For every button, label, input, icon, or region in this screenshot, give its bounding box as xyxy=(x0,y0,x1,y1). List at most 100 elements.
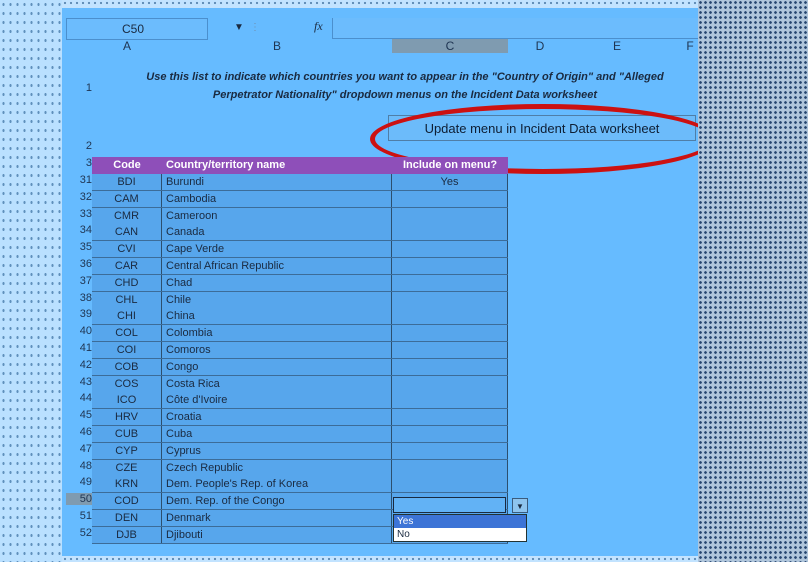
code-cell[interactable]: COS xyxy=(92,376,162,393)
row-header[interactable]: 48 xyxy=(66,460,92,472)
include-cell[interactable] xyxy=(392,409,508,426)
country-name-cell[interactable]: Burundi xyxy=(162,174,392,191)
insert-function-icon[interactable]: fx xyxy=(314,19,323,34)
code-cell[interactable]: CYP xyxy=(92,443,162,460)
dropdown-option-yes[interactable]: Yes xyxy=(394,515,526,528)
code-cell[interactable]: BDI xyxy=(92,174,162,191)
code-cell[interactable]: KRN xyxy=(92,476,162,493)
row-header[interactable]: 31 xyxy=(66,174,92,186)
code-cell[interactable]: CMR xyxy=(92,208,162,225)
code-cell[interactable]: CAR xyxy=(92,258,162,275)
formula-input[interactable] xyxy=(332,18,698,39)
name-box[interactable]: C50 xyxy=(66,18,208,40)
code-cell[interactable]: COB xyxy=(92,359,162,376)
country-name-cell[interactable]: Comoros xyxy=(162,342,392,359)
row-header[interactable]: 41 xyxy=(66,342,92,354)
code-cell[interactable]: CUB xyxy=(92,426,162,443)
include-cell[interactable]: Yes xyxy=(392,174,508,191)
row-header[interactable]: 37 xyxy=(66,275,92,287)
include-cell[interactable] xyxy=(392,359,508,376)
code-cell[interactable]: CZE xyxy=(92,460,162,477)
row-header[interactable]: 34 xyxy=(66,224,92,236)
code-cell[interactable]: CAM xyxy=(92,191,162,208)
row-header[interactable]: 36 xyxy=(66,258,92,270)
code-cell[interactable]: CHD xyxy=(92,275,162,292)
country-name-cell[interactable]: China xyxy=(162,308,392,325)
code-cell[interactable]: CAN xyxy=(92,224,162,241)
country-name-cell[interactable]: Cape Verde xyxy=(162,241,392,258)
column-header-f[interactable]: F xyxy=(662,39,698,53)
code-cell[interactable]: CHI xyxy=(92,308,162,325)
row-header[interactable]: 45 xyxy=(66,409,92,421)
country-name-cell[interactable]: Cambodia xyxy=(162,191,392,208)
country-name-cell[interactable]: Cyprus xyxy=(162,443,392,460)
code-cell[interactable]: HRV xyxy=(92,409,162,426)
include-cell[interactable] xyxy=(392,191,508,208)
row-header-3[interactable]: 3 xyxy=(66,157,92,169)
row-header[interactable]: 47 xyxy=(66,443,92,455)
include-cell[interactable] xyxy=(392,208,508,225)
include-cell[interactable] xyxy=(392,392,508,409)
row-header[interactable]: 35 xyxy=(66,241,92,253)
country-name-cell[interactable]: Dem. Rep. of the Congo xyxy=(162,493,392,510)
row-header[interactable]: 33 xyxy=(66,208,92,220)
code-cell[interactable]: DJB xyxy=(92,527,162,544)
country-name-cell[interactable]: Central African Republic xyxy=(162,258,392,275)
row-header[interactable]: 38 xyxy=(66,292,92,304)
row-header[interactable]: 40 xyxy=(66,325,92,337)
include-cell[interactable] xyxy=(392,460,508,477)
row-header[interactable]: 46 xyxy=(66,426,92,438)
country-name-cell[interactable]: Dem. People's Rep. of Korea xyxy=(162,476,392,493)
include-cell[interactable] xyxy=(392,476,508,493)
code-cell[interactable]: CHL xyxy=(92,292,162,309)
row-header[interactable]: 39 xyxy=(66,308,92,320)
include-cell[interactable] xyxy=(392,376,508,393)
country-name-cell[interactable]: Denmark xyxy=(162,510,392,527)
include-cell[interactable] xyxy=(392,258,508,275)
country-name-cell[interactable]: Canada xyxy=(162,224,392,241)
include-cell[interactable] xyxy=(392,275,508,292)
row-header[interactable]: 32 xyxy=(66,191,92,203)
column-header-c[interactable]: C xyxy=(392,39,508,53)
include-cell[interactable] xyxy=(392,292,508,309)
name-box-dropdown-icon[interactable]: ▼ xyxy=(234,22,244,33)
include-cell[interactable] xyxy=(392,325,508,342)
country-name-cell[interactable]: Chile xyxy=(162,292,392,309)
country-name-cell[interactable]: Côte d'Ivoire xyxy=(162,392,392,409)
include-cell[interactable] xyxy=(392,342,508,359)
column-header-e[interactable]: E xyxy=(572,39,662,53)
include-cell[interactable] xyxy=(392,426,508,443)
include-cell[interactable] xyxy=(392,241,508,258)
column-header-a[interactable]: A xyxy=(92,39,162,53)
country-name-cell[interactable]: Costa Rica xyxy=(162,376,392,393)
row-header[interactable]: 50 xyxy=(66,493,92,505)
country-name-cell[interactable]: Cameroon xyxy=(162,208,392,225)
country-name-cell[interactable]: Cuba xyxy=(162,426,392,443)
dropdown-option-no[interactable]: No xyxy=(394,528,526,541)
row-header[interactable]: 44 xyxy=(66,392,92,404)
column-header-d[interactable]: D xyxy=(508,39,572,53)
include-cell[interactable] xyxy=(392,443,508,460)
include-cell[interactable] xyxy=(392,224,508,241)
dropdown-arrow-icon[interactable]: ▼ xyxy=(512,498,528,513)
column-header-b[interactable]: B xyxy=(162,39,392,53)
code-cell[interactable]: CVI xyxy=(92,241,162,258)
country-name-cell[interactable]: Djibouti xyxy=(162,527,392,544)
include-cell[interactable] xyxy=(392,308,508,325)
country-name-cell[interactable]: Czech Republic xyxy=(162,460,392,477)
row-header-1[interactable]: 1 xyxy=(66,82,92,94)
country-name-cell[interactable]: Chad xyxy=(162,275,392,292)
row-header[interactable]: 51 xyxy=(66,510,92,522)
country-name-cell[interactable]: Croatia xyxy=(162,409,392,426)
row-header[interactable]: 42 xyxy=(66,359,92,371)
row-header[interactable]: 49 xyxy=(66,476,92,488)
code-cell[interactable]: COL xyxy=(92,325,162,342)
row-header[interactable]: 43 xyxy=(66,376,92,388)
code-cell[interactable]: ICO xyxy=(92,392,162,409)
row-header[interactable]: 52 xyxy=(66,527,92,539)
include-cell-c50-selected[interactable] xyxy=(393,497,506,513)
code-cell[interactable]: COI xyxy=(92,342,162,359)
row-header-2[interactable]: 2 xyxy=(66,140,92,152)
country-name-cell[interactable]: Congo xyxy=(162,359,392,376)
code-cell[interactable]: COD xyxy=(92,493,162,510)
